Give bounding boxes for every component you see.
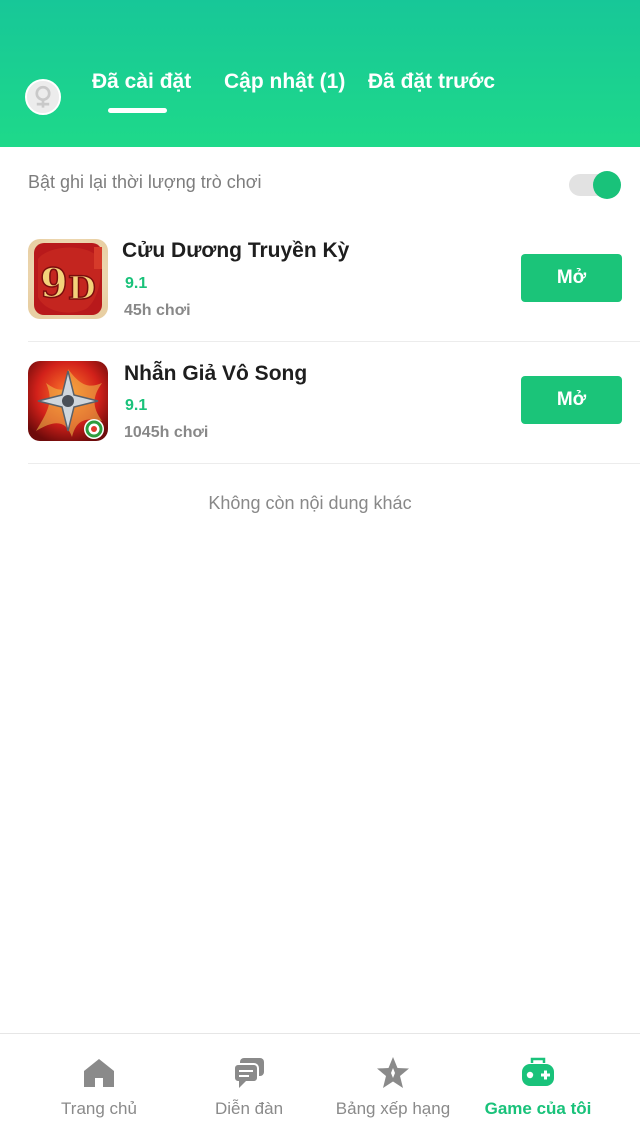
nav-item-ranking[interactable]: Bảng xếp hạng — [318, 1034, 468, 1136]
game-name: Nhẫn Giả Vô Song — [124, 362, 308, 385]
open-game-button[interactable]: Mở — [521, 254, 622, 302]
divider — [28, 463, 640, 464]
open-game-button[interactable]: Mở — [521, 376, 622, 424]
active-tab-indicator — [108, 108, 167, 113]
tab-preorder[interactable]: Đã đặt trước — [368, 70, 495, 94]
ninja-shuriken-icon — [28, 361, 108, 441]
game-list-item[interactable]: Nhẫn Giả Vô Song 9.1 1045h chơi Mở — [28, 342, 640, 464]
toggle-knob — [593, 171, 621, 199]
nav-item-my-games[interactable]: Game của tôi — [463, 1034, 613, 1136]
game-playtime: 1045h chơi — [124, 424, 209, 441]
nav-label: Game của tôi — [484, 1099, 592, 1118]
game-playtime: 45h chơi — [124, 302, 191, 319]
tab-installed[interactable]: Đã cài đặt — [92, 70, 191, 94]
end-of-list-message: Không còn nội dung khác — [208, 493, 412, 513]
nav-label: Diễn đàn — [214, 1099, 284, 1118]
user-avatar-icon — [27, 81, 59, 113]
home-icon — [81, 1055, 117, 1091]
nav-label: Bảng xếp hạng — [335, 1099, 451, 1118]
forum-icon — [231, 1055, 267, 1091]
record-playtime-toggle[interactable] — [569, 171, 621, 199]
avatar[interactable] — [25, 79, 61, 115]
game-rating: 9.1 — [125, 397, 148, 414]
star-ranking-icon — [375, 1055, 411, 1091]
svg-text:9: 9 — [40, 260, 68, 307]
bottom-navigation: Trang chủ Diễn đàn Bảng xếp hạng Game củ… — [0, 1033, 640, 1136]
header-bar: Đã cài đặt Cập nhật (1) Đã đặt trước — [0, 0, 640, 147]
game-list-item[interactable]: 9 D Cửu Dương Truyền Kỳ 9.1 45h chơi Mở — [28, 220, 640, 342]
record-playtime-label: Bật ghi lại thời lượng trò chơi — [28, 172, 262, 192]
game-rating: 9.1 — [125, 275, 148, 292]
svg-text:D: D — [68, 269, 96, 307]
game-name: Cửu Dương Truyền Kỳ — [122, 239, 350, 262]
game-9d-icon: 9 D — [28, 239, 108, 319]
record-playtime-setting: Bật ghi lại thời lượng trò chơi — [28, 168, 622, 204]
nav-item-forum[interactable]: Diễn đàn — [174, 1034, 324, 1136]
nav-item-home[interactable]: Trang chủ — [24, 1034, 174, 1136]
nav-label: Trang chủ — [61, 1099, 137, 1118]
tab-update[interactable]: Cập nhật (1) — [224, 70, 345, 94]
gamepad-icon — [520, 1055, 556, 1091]
